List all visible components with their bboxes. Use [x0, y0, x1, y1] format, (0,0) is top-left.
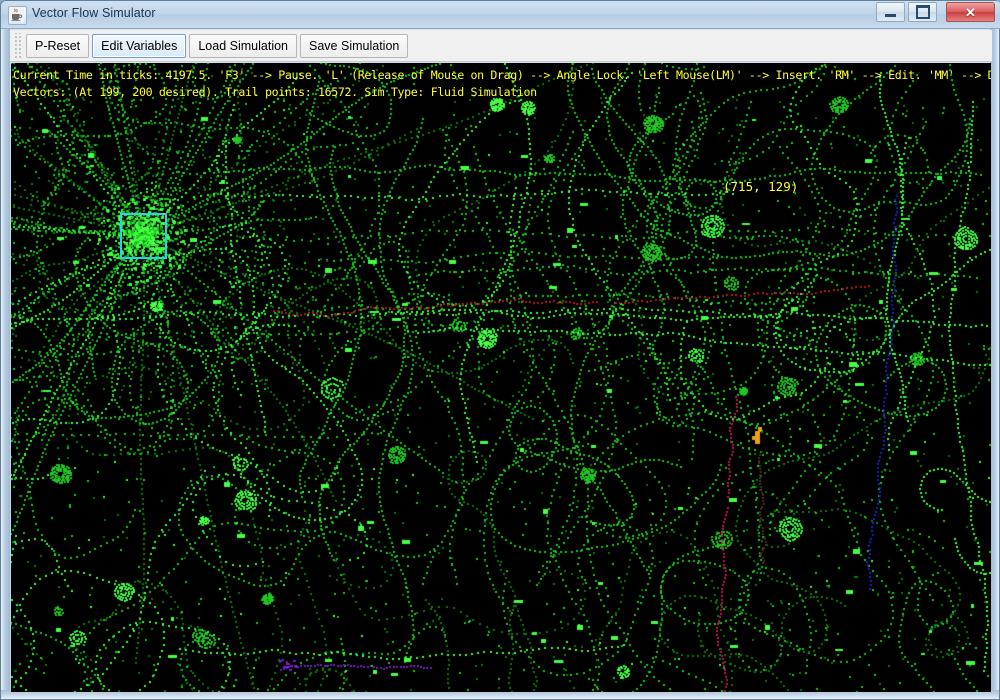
java-coffee-cup-icon [8, 6, 27, 25]
window-close-button[interactable]: ✕ [946, 2, 995, 22]
close-icon-glyph: ✕ [965, 4, 976, 20]
minimize-icon [877, 3, 904, 21]
window-title: Vector Flow Simulator [32, 6, 156, 20]
save-simulation-button[interactable]: Save Simulation [300, 33, 409, 58]
toolbar-drag-handle[interactable] [13, 32, 22, 59]
load-simulation-button[interactable]: Load Simulation [189, 33, 298, 58]
app-window: Vector Flow Simulator ✕ P-Reset Edit Var… [0, 0, 1000, 700]
main-toolbar: P-Reset Edit Variables Load Simulation S… [10, 30, 992, 62]
simulation-viewport[interactable]: Current Time in ticks: 4197.5. 'F3' --> … [11, 63, 991, 692]
window-frame-right [990, 29, 999, 699]
maximize-icon [909, 3, 936, 21]
close-icon: ✕ [947, 3, 994, 21]
window-titlebar[interactable]: Vector Flow Simulator ✕ [1, 1, 1000, 29]
window-minimize-button[interactable] [876, 2, 905, 22]
window-frame-left [1, 29, 10, 699]
p-reset-button[interactable]: P-Reset [26, 33, 90, 58]
window-maximize-button[interactable] [908, 2, 937, 22]
vector-field-canvas[interactable] [11, 63, 991, 692]
edit-variables-button[interactable]: Edit Variables [92, 33, 187, 58]
